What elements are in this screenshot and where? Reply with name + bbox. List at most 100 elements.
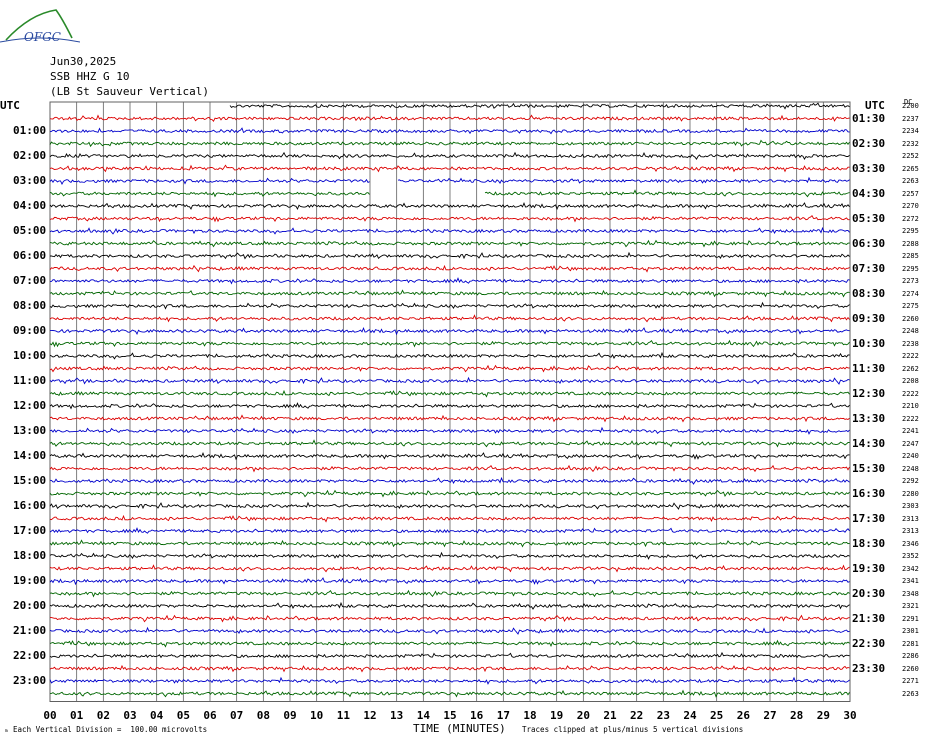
dc-offset-label: 2260 <box>902 664 919 673</box>
dc-offset-label: 2275 <box>902 302 919 310</box>
left-hour-label: 13:00 <box>13 424 47 437</box>
seismic-trace-0 <box>229 102 850 110</box>
x-tick-label: 30 <box>843 709 857 722</box>
right-half-hour-label: 04:30 <box>852 186 886 200</box>
x-tick-label: 09 <box>283 709 297 722</box>
right-half-hour-label: 02:30 <box>852 136 886 150</box>
dc-offset-label: 2346 <box>902 539 919 548</box>
dc-offset-label: 2222 <box>902 414 919 423</box>
x-tick-label: 12 <box>363 709 377 722</box>
dc-offset-label: 2292 <box>902 477 919 485</box>
dc-offset-label: 2240 <box>902 452 919 460</box>
right-half-hour-label: 01:30 <box>852 111 886 125</box>
dc-offset-label: 2271 <box>902 677 919 685</box>
left-hour-label: 08:00 <box>13 299 47 312</box>
dc-offset-label: 2272 <box>902 214 919 223</box>
left-hour-label: 10:00 <box>13 349 47 362</box>
left-hour-label: 01:00 <box>13 124 47 137</box>
left-hour-label: 19:00 <box>13 574 47 587</box>
footer-scale-note: ₘ Each Vertical Division = 100.00 microv… <box>4 725 207 734</box>
x-tick-label: 03 <box>123 709 137 722</box>
x-tick-label: 07 <box>230 709 244 722</box>
right-half-hour-label: 18:30 <box>852 536 886 550</box>
right-half-hour-label: 09:30 <box>852 311 886 325</box>
dc-offset-label: 2241 <box>902 427 919 435</box>
dc-offset-label: 2291 <box>902 614 919 623</box>
dc-offset-label: 2281 <box>902 639 919 648</box>
x-tick-label: 02 <box>96 709 110 722</box>
footer-scale-icon: ₘ <box>4 725 14 734</box>
dc-offset-label: 2280 <box>902 489 919 498</box>
dc-offset-label: 2210 <box>902 402 919 410</box>
left-hour-label: 07:00 <box>13 274 47 287</box>
right-half-hour-label: 11:30 <box>852 361 886 375</box>
left-hour-label: 20:00 <box>13 599 47 612</box>
x-tick-label: 23 <box>656 709 670 722</box>
x-tick-label: 06 <box>203 709 217 722</box>
x-tick-label: 26 <box>736 709 750 722</box>
left-hour-label: 15:00 <box>13 474 47 487</box>
x-tick-label: 22 <box>630 709 644 722</box>
x-tick-label: 14 <box>416 709 430 722</box>
dc-offset-label: 2352 <box>902 552 919 560</box>
left-hour-label: 22:00 <box>13 649 47 662</box>
right-half-hour-label: 21:30 <box>852 611 886 625</box>
right-half-hour-label: 10:30 <box>852 336 886 350</box>
x-tick-label: 19 <box>550 709 564 722</box>
x-tick-label: 18 <box>523 709 537 722</box>
dc-offset-label: 2341 <box>902 577 919 585</box>
left-hour-label: 06:00 <box>13 249 47 262</box>
x-tick-label: 27 <box>763 709 777 722</box>
right-half-hour-label: 03:30 <box>852 161 886 175</box>
x-tick-label: 05 <box>176 709 190 722</box>
dc-offset-label: 2313 <box>902 527 919 535</box>
left-hour-label: 09:00 <box>13 324 47 337</box>
right-half-hour-label: 22:30 <box>852 636 886 650</box>
dc-offset-label: 2265 <box>902 164 919 173</box>
right-half-hour-label: 15:30 <box>852 461 886 475</box>
x-tick-label: 15 <box>443 709 457 722</box>
left-hour-label: 23:00 <box>13 674 47 687</box>
x-tick-label: 24 <box>683 709 697 722</box>
dc-offset-label: 2288 <box>902 239 919 248</box>
dc-offset-label: 2295 <box>902 227 919 235</box>
dc-offset-label: 2200 <box>902 102 919 110</box>
dc-offset-label: 2238 <box>902 339 919 348</box>
x-tick-label: 21 <box>603 709 617 722</box>
x-tick-label: 29 <box>816 709 830 722</box>
left-hour-label: 12:00 <box>13 399 47 412</box>
dc-offset-label: 2313 <box>902 514 919 523</box>
footer-clip-note: Traces clipped at plus/minus 5 vertical … <box>522 725 744 734</box>
dc-offset-label: 2237 <box>902 114 919 123</box>
x-tick-label: 20 <box>576 709 590 722</box>
left-hour-label: 11:00 <box>13 374 47 387</box>
dc-offset-label: 2270 <box>902 202 919 210</box>
seismogram-plot <box>49 101 851 702</box>
dc-offset-label: 2247 <box>902 439 919 448</box>
right-half-hour-label: 05:30 <box>852 211 886 225</box>
left-hour-label: 17:00 <box>13 524 47 537</box>
dc-offset-label: 2263 <box>902 689 919 698</box>
dc-offset-label: 2208 <box>902 377 919 385</box>
dc-offset-label: 2274 <box>902 289 919 298</box>
right-half-hour-label: 16:30 <box>852 486 886 500</box>
right-half-hour-label: 14:30 <box>852 436 886 450</box>
dc-offset-label: 2252 <box>902 152 919 160</box>
left-hour-label: 02:00 <box>13 149 47 162</box>
left-hour-label: 04:00 <box>13 199 47 212</box>
dc-offset-label: 2248 <box>902 327 919 335</box>
x-tick-label: 16 <box>470 709 484 722</box>
x-tick-label: 25 <box>710 709 724 722</box>
x-axis-title: TIME (MINUTES) <box>413 722 506 735</box>
right-half-hour-label: 06:30 <box>852 236 886 250</box>
dc-offset-label: 2222 <box>902 352 919 360</box>
x-tick-label: 13 <box>390 709 404 722</box>
dc-offset-label: 2286 <box>902 652 919 660</box>
x-tick-label: 10 <box>310 709 324 722</box>
dc-offset-label: 2257 <box>902 189 919 198</box>
dc-offset-label: 2232 <box>902 139 919 148</box>
dc-offset-label: 2285 <box>902 252 919 260</box>
right-half-hour-label: 19:30 <box>852 561 886 575</box>
left-hour-label: 16:00 <box>13 499 47 512</box>
dc-offset-label: 2342 <box>902 564 919 573</box>
